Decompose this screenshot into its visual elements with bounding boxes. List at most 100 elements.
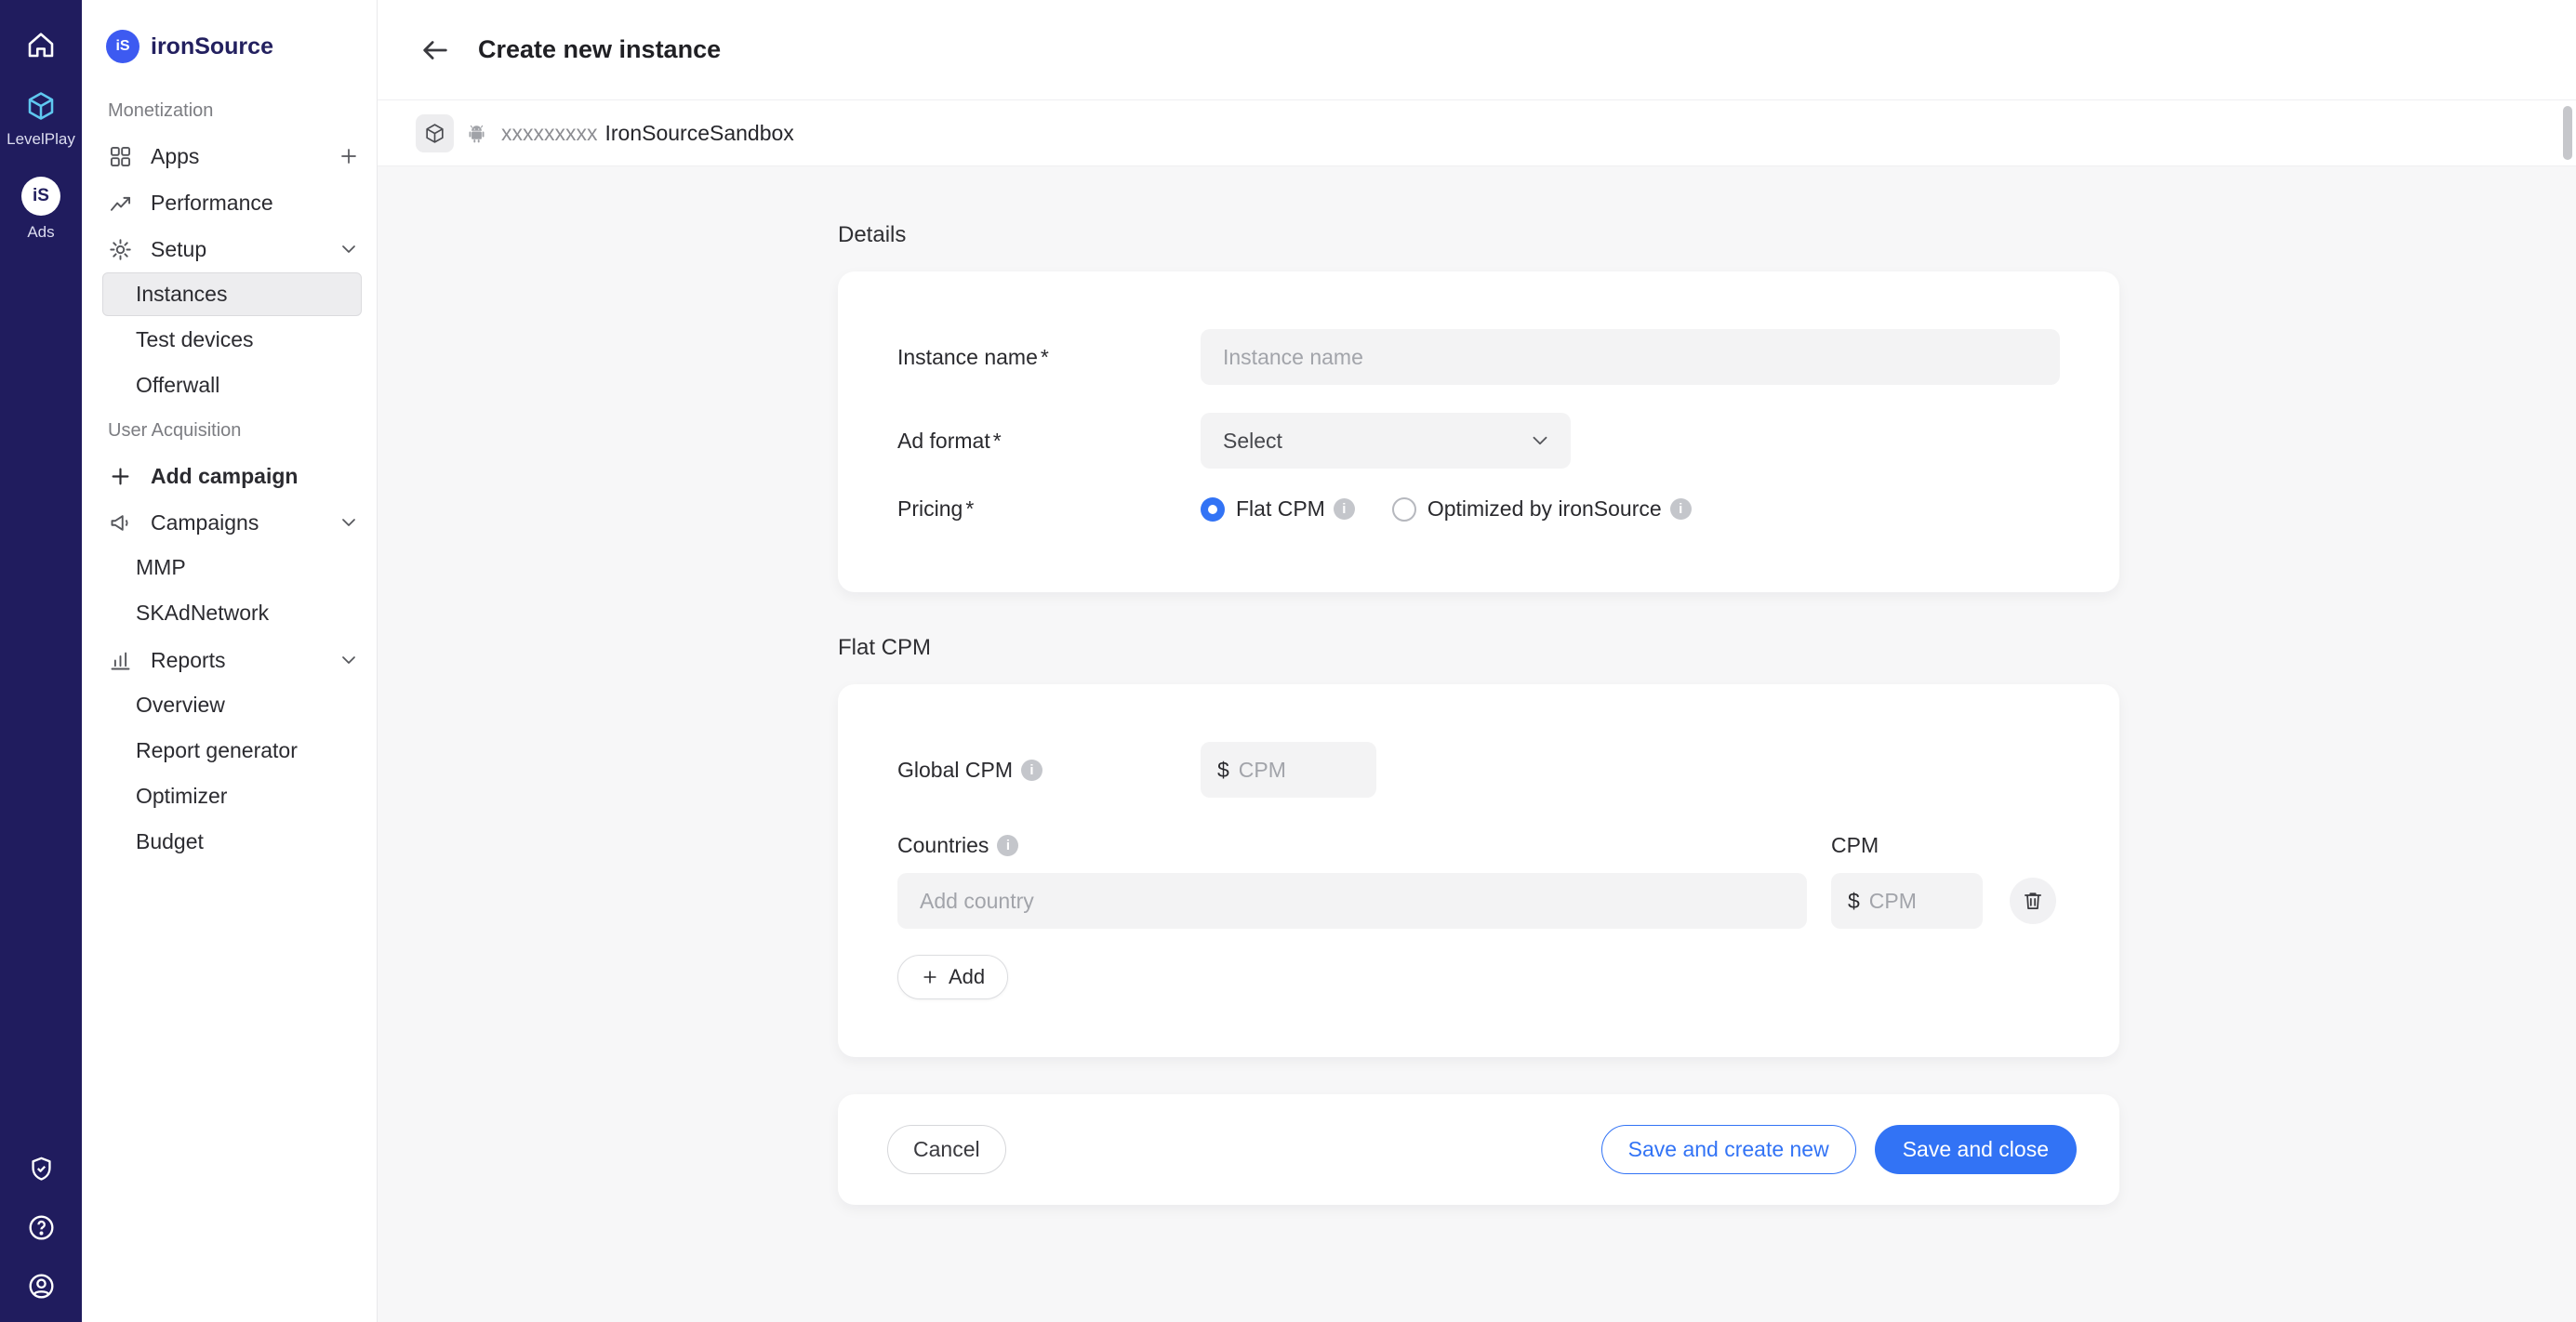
sidebar-item-label: SKAdNetwork: [136, 601, 269, 626]
sidebar-item-setup[interactable]: Setup: [82, 226, 377, 272]
info-icon[interactable]: [1021, 760, 1042, 781]
rail-ads-button[interactable]: iS Ads: [21, 177, 60, 242]
details-section-title: Details: [838, 222, 2119, 248]
back-button[interactable]: [415, 30, 456, 71]
details-card: Instance name* Ad format* Select: [838, 271, 2119, 592]
levelplay-cube-icon: [24, 89, 58, 123]
flat-cpm-card: Global CPM $ Countries CPM: [838, 684, 2119, 1057]
sidebar-item-label: Reports: [151, 648, 226, 673]
sidebar-item-campaigns[interactable]: Campaigns: [82, 499, 377, 546]
user-circle-icon: [26, 1271, 57, 1302]
pricing-row: Pricing* Flat CPM Optimized by ironSourc…: [897, 496, 2060, 522]
sidebar-item-offerwall[interactable]: Offerwall: [102, 364, 362, 407]
optimized-radio[interactable]: [1392, 497, 1416, 522]
app-id: xxxxxxxxx: [501, 121, 598, 146]
rail-help-button[interactable]: [26, 1212, 57, 1243]
sidebar-item-label: Optimizer: [136, 784, 227, 809]
info-icon[interactable]: [1670, 498, 1692, 520]
trash-icon: [2021, 889, 2045, 913]
page-header: Create new instance: [378, 0, 2576, 100]
sidebar-item-add-campaign[interactable]: Add campaign: [82, 453, 377, 499]
sidebar-item-skadnetwork[interactable]: SKAdNetwork: [102, 591, 362, 635]
currency-symbol: $: [1848, 889, 1860, 914]
delete-row-button[interactable]: [2010, 878, 2056, 924]
sidebar-item-overview[interactable]: Overview: [102, 683, 362, 727]
sidebar-item-test-devices[interactable]: Test devices: [102, 318, 362, 362]
sidebar-item-mmp[interactable]: MMP: [102, 546, 362, 589]
scrollbar[interactable]: [2563, 106, 2572, 160]
chevron-down-icon: [1528, 429, 1552, 453]
instance-name-label: Instance name*: [897, 345, 1201, 370]
sidebar-item-performance[interactable]: Performance: [82, 179, 377, 226]
question-mark-icon: [26, 1212, 57, 1243]
rail-home-button[interactable]: [24, 28, 58, 61]
app-name: IronSourceSandbox: [605, 121, 794, 146]
save-and-close-button[interactable]: Save and close: [1875, 1125, 2077, 1174]
line-chart-icon: [108, 191, 133, 216]
grid-icon: [108, 144, 133, 169]
chevron-down-icon: [338, 511, 360, 534]
pricing-label: Pricing*: [897, 496, 1201, 522]
arrow-left-icon: [419, 34, 451, 66]
sidebar-item-label: MMP: [136, 555, 186, 580]
sidebar: iS ironSource Monetization Apps Performa…: [82, 0, 378, 1322]
info-icon[interactable]: [1334, 498, 1355, 520]
ad-format-select[interactable]: Select: [1201, 413, 1571, 469]
sidebar-item-optimizer[interactable]: Optimizer: [102, 774, 362, 818]
country-input[interactable]: [897, 873, 1807, 929]
cancel-button[interactable]: Cancel: [887, 1125, 1006, 1174]
gear-icon: [108, 237, 133, 262]
section-label-monetization: Monetization: [82, 100, 377, 122]
app-cube-icon: [416, 114, 454, 152]
rail-ads-label: Ads: [27, 223, 54, 242]
plus-icon: [921, 968, 939, 986]
sidebar-item-budget[interactable]: Budget: [102, 820, 362, 864]
bar-chart-icon: [108, 648, 133, 673]
sidebar-item-reports[interactable]: Reports: [82, 637, 377, 683]
ad-format-row: Ad format* Select: [897, 413, 2060, 469]
currency-symbol: $: [1217, 758, 1229, 783]
rail-bottom-group: [26, 1154, 57, 1302]
rail-privacy-button[interactable]: [26, 1154, 57, 1184]
info-icon[interactable]: [997, 835, 1018, 856]
sidebar-item-label: Overview: [136, 693, 225, 718]
global-cpm-row: Global CPM $: [897, 742, 2060, 798]
ironsource-logo-text: ironSource: [151, 33, 273, 60]
ad-format-label: Ad format*: [897, 429, 1201, 454]
country-cpm-input[interactable]: [1869, 889, 1968, 914]
sidebar-item-label: Instances: [136, 282, 227, 307]
rail-levelplay-button[interactable]: LevelPlay: [7, 89, 75, 149]
sidebar-item-label: Performance: [151, 191, 273, 216]
save-buttons-group: Save and create new Save and close: [1601, 1125, 2077, 1174]
ad-format-select-value: Select: [1223, 429, 1282, 454]
android-icon: [464, 121, 489, 146]
country-cpm-field: $: [1831, 873, 1983, 929]
countries-header-row: Countries CPM: [897, 833, 2060, 858]
page-title: Create new instance: [478, 35, 721, 64]
sidebar-item-instances[interactable]: Instances: [102, 272, 362, 316]
global-cpm-label: Global CPM: [897, 758, 1201, 783]
megaphone-icon: [108, 510, 133, 535]
optimized-radio-label: Optimized by ironSource: [1427, 496, 1662, 522]
flat-cpm-radio-label: Flat CPM: [1236, 496, 1325, 522]
home-icon: [24, 28, 58, 61]
sidebar-item-label: Add campaign: [151, 464, 298, 489]
sidebar-item-report-generator[interactable]: Report generator: [102, 729, 362, 773]
instance-name-row: Instance name*: [897, 329, 2060, 385]
flat-cpm-radio[interactable]: [1201, 497, 1225, 522]
add-country-button[interactable]: Add: [897, 955, 1008, 999]
page-content: Details Instance name* Ad format* Sele: [378, 166, 2576, 1322]
global-cpm-input[interactable]: [1239, 758, 1361, 783]
cpm-column-label: CPM: [1831, 833, 1879, 858]
flat-cpm-section-title: Flat CPM: [838, 635, 2119, 661]
main-area: Create new instance xxxxxxxxx IronSource…: [378, 0, 2576, 1322]
chevron-down-icon: [338, 238, 360, 260]
actions-card: Cancel Save and create new Save and clos…: [838, 1094, 2119, 1205]
add-app-button[interactable]: [338, 145, 360, 167]
sidebar-item-apps[interactable]: Apps: [82, 133, 377, 179]
save-and-create-new-button[interactable]: Save and create new: [1601, 1125, 1856, 1174]
sidebar-item-label: Test devices: [136, 327, 254, 352]
rail-account-button[interactable]: [26, 1271, 57, 1302]
ironsource-logo[interactable]: iS ironSource: [82, 30, 377, 63]
instance-name-input[interactable]: [1201, 329, 2060, 385]
